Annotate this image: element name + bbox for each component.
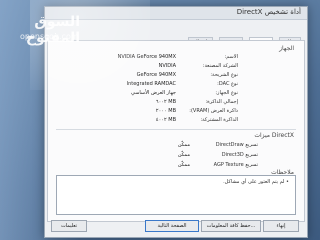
help-button[interactable]: تعليمات [51, 220, 87, 232]
feature-label: تسريع DirectDraw [215, 142, 258, 148]
device-value: جهاز العرض الأساسي [131, 90, 176, 96]
watermark-logo: السوق المفتوح opensooq.com [2, 14, 80, 54]
next-page-button[interactable]: الصفحة التالية [145, 220, 199, 232]
notes-item: • لم يتم العثور على أي مشاكل. [223, 179, 289, 185]
device-row-chip-type: نوع الشريحة:GeForce 940MX [137, 72, 238, 78]
feature-value: ممكّن [177, 142, 190, 148]
feature-value: ممكّن [177, 162, 190, 168]
device-value: NVIDIA [158, 63, 176, 69]
feature-label: تسريع AGP Texture [213, 162, 258, 168]
window-title: DirectX أداة تشخيص [236, 8, 301, 16]
device-label: نوع DAC: [217, 81, 238, 87]
tab-strip: نظام عرض صوت إدخال [187, 29, 301, 47]
device-value: MB ٤٠٠٢ [155, 117, 176, 123]
device-label: نوع الشريحة: [210, 72, 238, 78]
features-group-title: ميزات DirectX [254, 132, 294, 139]
watermark-arabic-text: السوق المفتوح [25, 14, 80, 46]
notes-box[interactable]: • لم يتم العثور على أي مشاكل. [56, 175, 296, 215]
notes-item-text: لم يتم العثور على أي مشاكل. [223, 179, 285, 185]
feature-label: تسريع Direct3D [221, 152, 258, 158]
device-label: الذاكرة المشتركة: [200, 117, 238, 123]
watermark-latin-text: opensooq.com [20, 32, 79, 41]
device-value: MB ٦٠٠٢ [155, 99, 176, 105]
exit-button[interactable]: إنهاء [263, 220, 299, 232]
device-label: الاسم: [224, 54, 238, 60]
device-row-device-type: نوع الجهاز: جهاز العرض الأساسي [131, 90, 238, 96]
device-group-title: الجهاز [279, 45, 294, 52]
feature-row-agp-texture: تسريع AGP Texture ممكّن [178, 162, 258, 168]
device-row-manufacturer: الشركة المصنعة: NVIDIA [159, 63, 238, 69]
feature-value: ممكّن [177, 152, 190, 158]
device-label: الشركة المصنعة: [202, 63, 238, 69]
save-all-button[interactable]: حفظ كافة المعلومات... [201, 220, 261, 232]
device-label: نوع الجهاز: [215, 90, 238, 96]
device-label: إجمالي الذاكرة: [205, 99, 238, 105]
device-value: MB ٢٠٠٠ [155, 108, 176, 114]
device-row-shared-memory: الذاكرة المشتركة: MB ٤٠٠٢ [156, 117, 238, 123]
divider [56, 129, 296, 130]
device-row-total-memory: إجمالي الذاكرة: MB ٦٠٠٢ [156, 99, 238, 105]
feature-row-directdraw: تسريع DirectDraw ممكّن [178, 142, 258, 148]
feature-row-direct3d: تسريع Direct3D ممكّن [178, 152, 258, 158]
device-label: ذاكرة العرض (VRAM): [189, 108, 238, 114]
device-row-display-memory: ذاكرة العرض (VRAM): MB ٢٠٠٠ [156, 108, 238, 114]
